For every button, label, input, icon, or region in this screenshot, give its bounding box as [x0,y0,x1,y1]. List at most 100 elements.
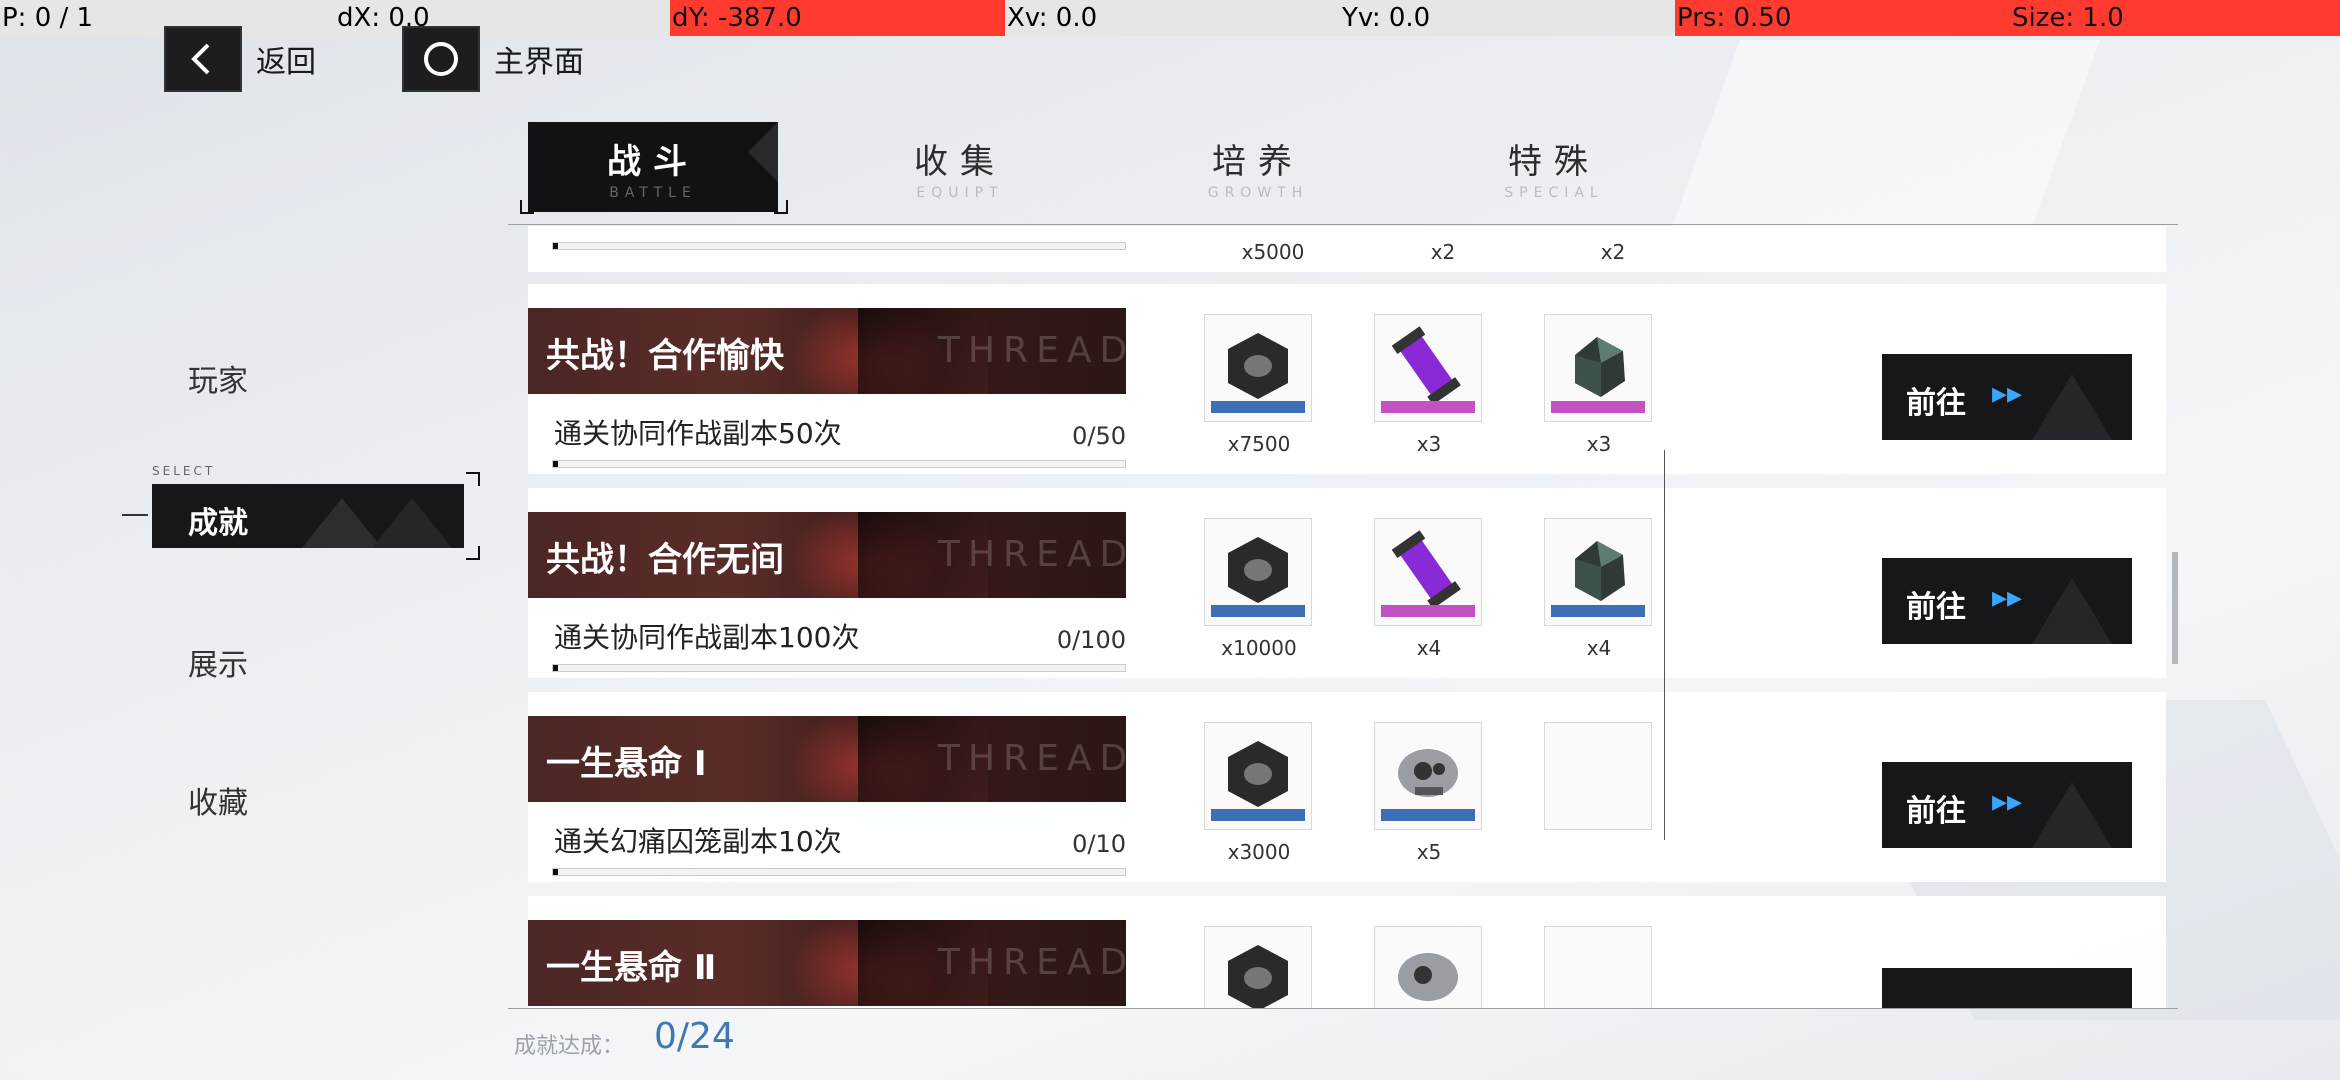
selected-decoration-icon [302,498,452,548]
nut-icon [1204,926,1312,1008]
tab-label: 特殊 [1508,141,1600,182]
reward-item [1544,722,1654,830]
panel-top-border [508,224,2178,225]
debug-dy: dY: -387.0 [670,0,1005,36]
purple-vial-icon [1374,518,1482,626]
reward-item[interactable] [1204,926,1314,1008]
progress-bar [552,664,1126,672]
go-button-label: 前往 [1906,590,1966,625]
divider-line [1664,450,1665,840]
reward-qty: x3 [1586,432,1612,456]
select-corner [466,546,480,560]
back-button[interactable]: 返回 [166,28,316,90]
select-hint: SELECT [152,464,216,478]
reward-item[interactable]: x7500 [1204,314,1314,456]
double-arrow-icon: ▸▸ [1992,784,2023,819]
tab-sublabel: BATTLE [609,184,697,201]
progress-bar [552,460,1126,468]
button-decoration-icon [2032,374,2112,440]
empty-slot [1544,722,1652,830]
achievement-title: 一生悬命 Ⅰ [546,744,707,784]
achievement-count-value: 0/24 [654,1016,735,1057]
reward-item[interactable]: x4 [1374,518,1484,660]
panel-bottom-border [508,1008,2178,1009]
tab-decoration-icon [748,122,778,182]
nut-icon [1204,722,1312,830]
reward-item[interactable]: x3000 [1204,722,1314,864]
engine-icon [1374,722,1482,830]
achievement-banner: 共战！合作无间 THREAD [528,512,1126,598]
reward-item[interactable]: x10000 [1204,518,1314,660]
debug-overlay: P: 0 / 1 dX: 0.0 dY: -387.0 Xv: 0.0 Yv: … [0,0,2340,36]
double-arrow-icon: ▸▸ [1992,580,2023,615]
sidebar-item-label: 成就 [188,506,248,541]
tab-label: 收集 [914,141,1006,182]
achievement-progress: 0/10 [1072,830,1126,858]
tab-battle[interactable]: 战斗 BATTLE [528,122,778,212]
reward-qty: x3000 [1227,840,1291,864]
button-decoration-icon [2032,782,2112,848]
reward-item[interactable]: x5 [1374,722,1484,864]
achievement-title: 共战！合作愉快 [546,336,784,376]
reward-qty: x3 [1416,432,1442,456]
achievement-desc: 通关协同作战副本50次 [554,417,842,450]
reward-qty: x4 [1416,636,1442,660]
debug-size: Size: 1.0 [2010,0,2340,36]
select-marker [122,514,148,516]
back-icon [166,28,240,90]
nut-icon [1204,314,1312,422]
reward-qty: x5 [1416,840,1442,864]
achievement-desc: 通关幻痛囚笼副本10次 [554,825,842,858]
nut-icon [1204,518,1312,626]
achievement-banner: 共战！合作愉快 THREAD [528,308,1126,394]
reward-item[interactable]: x4 [1544,518,1654,660]
reward-qty: x5000 [1241,240,1305,264]
go-button[interactable]: 前往 ▸▸ [1882,354,2132,440]
engine-icon [1374,926,1482,1008]
tab-special[interactable]: 特殊 SPECIAL [1444,122,1664,212]
achievement-row: 共战！合作无间 THREAD 通关协同作战副本100次 0/100 x10000… [528,488,2166,678]
banner-watermark: THREAD [938,738,1126,779]
tab-label: 战斗 [607,141,699,182]
sidebar-item-collection[interactable]: 收藏 [188,778,248,822]
back-label: 返回 [256,45,316,80]
tab-collect[interactable]: 收集 EQUIPT [850,122,1070,212]
achievement-banner: 一生悬命 Ⅰ THREAD [528,716,1126,802]
reward-item [1544,926,1654,1008]
tab-sublabel: EQUIPT [916,184,1004,201]
sidebar-item-achievement[interactable]: 成就 [152,484,464,548]
debug-yv: Yv: 0.0 [1340,0,1675,36]
tab-sublabel: GROWTH [1207,184,1309,201]
double-arrow-icon: ▸▸ [1992,376,2023,411]
reward-item[interactable]: x3 [1544,314,1654,456]
go-button[interactable] [1882,968,2132,1008]
green-crystal-icon [1544,518,1652,626]
achievement-banner: 一生悬命 Ⅱ THREAD [528,920,1126,1006]
reward-item[interactable] [1374,926,1484,1008]
tab-bar: 战斗 BATTLE 收集 EQUIPT 培养 GROWTH 特殊 SPECIAL [520,122,1620,214]
achievement-title: 共战！合作无间 [546,540,784,580]
reward-qty: x2 [1600,240,1626,264]
reward-qty: x10000 [1221,636,1297,660]
achievement-count-label: 成就达成： [514,1034,625,1059]
home-button[interactable]: 主界面 [404,28,584,90]
achievement-title: 一生悬命 Ⅱ [546,948,717,988]
go-button[interactable]: 前往 ▸▸ [1882,558,2132,644]
sidebar-item-player[interactable]: 玩家 [188,356,248,400]
sidebar-item-display[interactable]: 展示 [188,640,248,684]
home-label: 主界面 [494,45,584,80]
tab-growth[interactable]: 培养 GROWTH [1148,122,1368,212]
achievement-row: 一生悬命 Ⅰ THREAD 通关幻痛囚笼副本10次 0/10 x3000 x5 … [528,692,2166,882]
go-button[interactable]: 前往 ▸▸ [1882,762,2132,848]
reward-qty: x7500 [1227,432,1291,456]
home-icon [404,28,478,90]
debug-xv: Xv: 0.0 [1005,0,1340,36]
banner-watermark: THREAD [938,942,1126,983]
empty-slot [1544,926,1652,1008]
achievement-list[interactable]: x5000 x2 x2 共战！合作愉快 THREAD 通关协同作战副本50次 0… [508,226,2176,1008]
go-button-label: 前往 [1906,386,1966,421]
banner-watermark: THREAD [938,534,1126,575]
reward-item[interactable]: x3 [1374,314,1484,456]
list-item: x5000 x2 x2 [528,226,2166,272]
green-crystal-icon [1544,314,1652,422]
